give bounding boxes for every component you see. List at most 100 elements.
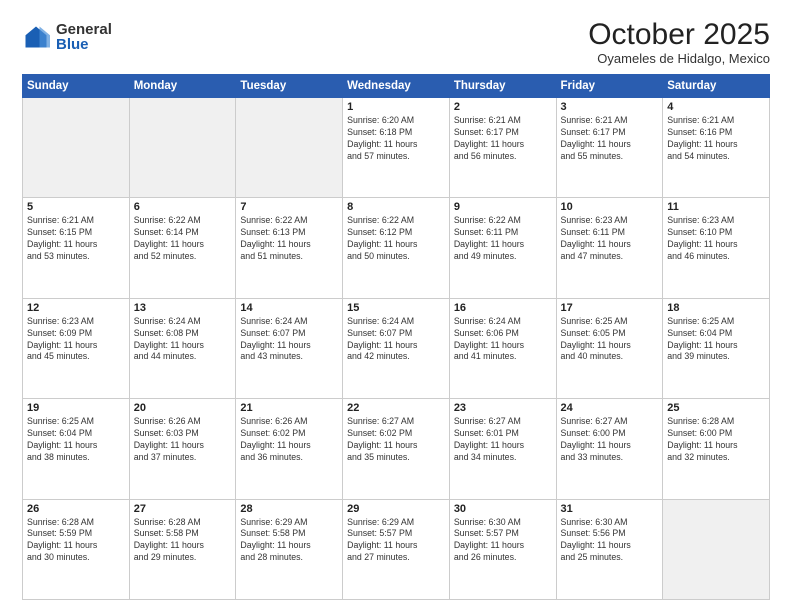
day-number: 7 [240, 201, 338, 213]
day-info: Sunrise: 6:24 AM Sunset: 6:07 PM Dayligh… [347, 316, 445, 364]
day-number: 9 [454, 201, 552, 213]
calendar-cell: 2 Sunrise: 6:21 AM Sunset: 6:17 PM Daylig… [449, 98, 556, 198]
day-number: 18 [667, 302, 765, 314]
calendar-cell: 14 Sunrise: 6:24 AM Sunset: 6:07 PM Dayli… [236, 298, 343, 398]
day-number: 3 [561, 101, 659, 113]
day-number: 31 [561, 503, 659, 515]
day-info: Sunrise: 6:27 AM Sunset: 6:01 PM Dayligh… [454, 416, 552, 464]
day-info: Sunrise: 6:23 AM Sunset: 6:09 PM Dayligh… [27, 316, 125, 364]
day-number: 17 [561, 302, 659, 314]
week-row-4: 26Sunrise: 6:28 AM Sunset: 5:59 PM Dayli… [23, 499, 770, 599]
calendar-cell: 30Sunrise: 6:30 AM Sunset: 5:57 PM Dayli… [449, 499, 556, 599]
logo-blue-text: Blue [56, 37, 112, 52]
day-info: Sunrise: 6:28 AM Sunset: 5:58 PM Dayligh… [134, 517, 232, 565]
day-number: 22 [347, 402, 445, 414]
calendar-cell: 31Sunrise: 6:30 AM Sunset: 5:56 PM Dayli… [556, 499, 663, 599]
day-info: Sunrise: 6:20 AM Sunset: 6:18 PM Dayligh… [347, 115, 445, 163]
calendar-cell: 29 Sunrise: 6:29 AM Sunset: 5:57 PM Dayli… [343, 499, 450, 599]
logo-general-text: General [56, 22, 112, 37]
day-number: 2 [454, 101, 552, 113]
day-info: Sunrise: 6:25 AM Sunset: 6:04 PM Dayligh… [667, 316, 765, 364]
week-row-0: 1Sunrise: 6:20 AM Sunset: 6:18 PM Daylig… [23, 98, 770, 198]
logo-text: General Blue [56, 22, 112, 52]
day-number: 4 [667, 101, 765, 113]
calendar-header: SundayMondayTuesdayWednesdayThursdayFrid… [23, 75, 770, 98]
day-info: Sunrise: 6:24 AM Sunset: 6:07 PM Dayligh… [240, 316, 338, 364]
day-number: 28 [240, 503, 338, 515]
weekday-header-tuesday: Tuesday [236, 75, 343, 98]
header: General Blue October 2025 Oyameles de Hi… [22, 18, 770, 66]
day-number: 11 [667, 201, 765, 213]
weekday-header-row: SundayMondayTuesdayWednesdayThursdayFrid… [23, 75, 770, 98]
calendar-cell: 26Sunrise: 6:28 AM Sunset: 5:59 PM Dayli… [23, 499, 130, 599]
day-number: 24 [561, 402, 659, 414]
calendar-cell [23, 98, 130, 198]
calendar-cell [236, 98, 343, 198]
location: Oyameles de Hidalgo, Mexico [588, 51, 770, 66]
week-row-1: 5Sunrise: 6:21 AM Sunset: 6:15 PM Daylig… [23, 198, 770, 298]
day-number: 10 [561, 201, 659, 213]
day-number: 26 [27, 503, 125, 515]
calendar-cell: 7Sunrise: 6:22 AM Sunset: 6:13 PM Daylig… [236, 198, 343, 298]
day-info: Sunrise: 6:22 AM Sunset: 6:12 PM Dayligh… [347, 215, 445, 263]
calendar: SundayMondayTuesdayWednesdayThursdayFrid… [22, 74, 770, 600]
weekday-header-saturday: Saturday [663, 75, 770, 98]
calendar-cell: 12 Sunrise: 6:23 AM Sunset: 6:09 PM Dayli… [23, 298, 130, 398]
week-row-2: 12 Sunrise: 6:23 AM Sunset: 6:09 PM Dayli… [23, 298, 770, 398]
calendar-body: 1Sunrise: 6:20 AM Sunset: 6:18 PM Daylig… [23, 98, 770, 600]
calendar-cell: 4Sunrise: 6:21 AM Sunset: 6:16 PM Daylig… [663, 98, 770, 198]
day-info: Sunrise: 6:24 AM Sunset: 6:08 PM Dayligh… [134, 316, 232, 364]
calendar-cell: 8 Sunrise: 6:22 AM Sunset: 6:12 PM Daylig… [343, 198, 450, 298]
day-number: 23 [454, 402, 552, 414]
day-number: 14 [240, 302, 338, 314]
day-number: 20 [134, 402, 232, 414]
day-info: Sunrise: 6:22 AM Sunset: 6:14 PM Dayligh… [134, 215, 232, 263]
day-info: Sunrise: 6:29 AM Sunset: 5:58 PM Dayligh… [240, 517, 338, 565]
calendar-cell: 21Sunrise: 6:26 AM Sunset: 6:02 PM Dayli… [236, 399, 343, 499]
day-number: 30 [454, 503, 552, 515]
day-info: Sunrise: 6:21 AM Sunset: 6:17 PM Dayligh… [454, 115, 552, 163]
logo: General Blue [22, 22, 112, 52]
day-info: Sunrise: 6:21 AM Sunset: 6:17 PM Dayligh… [561, 115, 659, 163]
page: General Blue October 2025 Oyameles de Hi… [0, 0, 792, 612]
day-info: Sunrise: 6:28 AM Sunset: 6:00 PM Dayligh… [667, 416, 765, 464]
day-number: 6 [134, 201, 232, 213]
day-number: 29 [347, 503, 445, 515]
day-number: 16 [454, 302, 552, 314]
calendar-cell: 28 Sunrise: 6:29 AM Sunset: 5:58 PM Dayli… [236, 499, 343, 599]
day-number: 27 [134, 503, 232, 515]
calendar-cell: 1Sunrise: 6:20 AM Sunset: 6:18 PM Daylig… [343, 98, 450, 198]
calendar-cell [663, 499, 770, 599]
day-info: Sunrise: 6:27 AM Sunset: 6:02 PM Dayligh… [347, 416, 445, 464]
day-info: Sunrise: 6:26 AM Sunset: 6:03 PM Dayligh… [134, 416, 232, 464]
day-number: 8 [347, 201, 445, 213]
title-block: October 2025 Oyameles de Hidalgo, Mexico [588, 18, 770, 66]
calendar-cell: 13Sunrise: 6:24 AM Sunset: 6:08 PM Dayli… [129, 298, 236, 398]
day-info: Sunrise: 6:29 AM Sunset: 5:57 PM Dayligh… [347, 517, 445, 565]
weekday-header-friday: Friday [556, 75, 663, 98]
calendar-cell: 19Sunrise: 6:25 AM Sunset: 6:04 PM Dayli… [23, 399, 130, 499]
calendar-cell: 5Sunrise: 6:21 AM Sunset: 6:15 PM Daylig… [23, 198, 130, 298]
day-info: Sunrise: 6:23 AM Sunset: 6:11 PM Dayligh… [561, 215, 659, 263]
calendar-cell: 16Sunrise: 6:24 AM Sunset: 6:06 PM Dayli… [449, 298, 556, 398]
calendar-cell: 18 Sunrise: 6:25 AM Sunset: 6:04 PM Dayli… [663, 298, 770, 398]
day-info: Sunrise: 6:22 AM Sunset: 6:11 PM Dayligh… [454, 215, 552, 263]
day-number: 12 [27, 302, 125, 314]
calendar-cell: 9 Sunrise: 6:22 AM Sunset: 6:11 PM Daylig… [449, 198, 556, 298]
day-number: 5 [27, 201, 125, 213]
day-info: Sunrise: 6:25 AM Sunset: 6:05 PM Dayligh… [561, 316, 659, 364]
month-title: October 2025 [588, 18, 770, 51]
week-row-3: 19Sunrise: 6:25 AM Sunset: 6:04 PM Dayli… [23, 399, 770, 499]
day-number: 15 [347, 302, 445, 314]
day-info: Sunrise: 6:27 AM Sunset: 6:00 PM Dayligh… [561, 416, 659, 464]
logo-icon [22, 23, 50, 51]
calendar-cell: 24 Sunrise: 6:27 AM Sunset: 6:00 PM Dayli… [556, 399, 663, 499]
day-info: Sunrise: 6:26 AM Sunset: 6:02 PM Dayligh… [240, 416, 338, 464]
weekday-header-thursday: Thursday [449, 75, 556, 98]
day-info: Sunrise: 6:23 AM Sunset: 6:10 PM Dayligh… [667, 215, 765, 263]
calendar-cell: 15 Sunrise: 6:24 AM Sunset: 6:07 PM Dayli… [343, 298, 450, 398]
day-number: 25 [667, 402, 765, 414]
calendar-cell [129, 98, 236, 198]
day-info: Sunrise: 6:25 AM Sunset: 6:04 PM Dayligh… [27, 416, 125, 464]
calendar-cell: 23 Sunrise: 6:27 AM Sunset: 6:01 PM Dayli… [449, 399, 556, 499]
